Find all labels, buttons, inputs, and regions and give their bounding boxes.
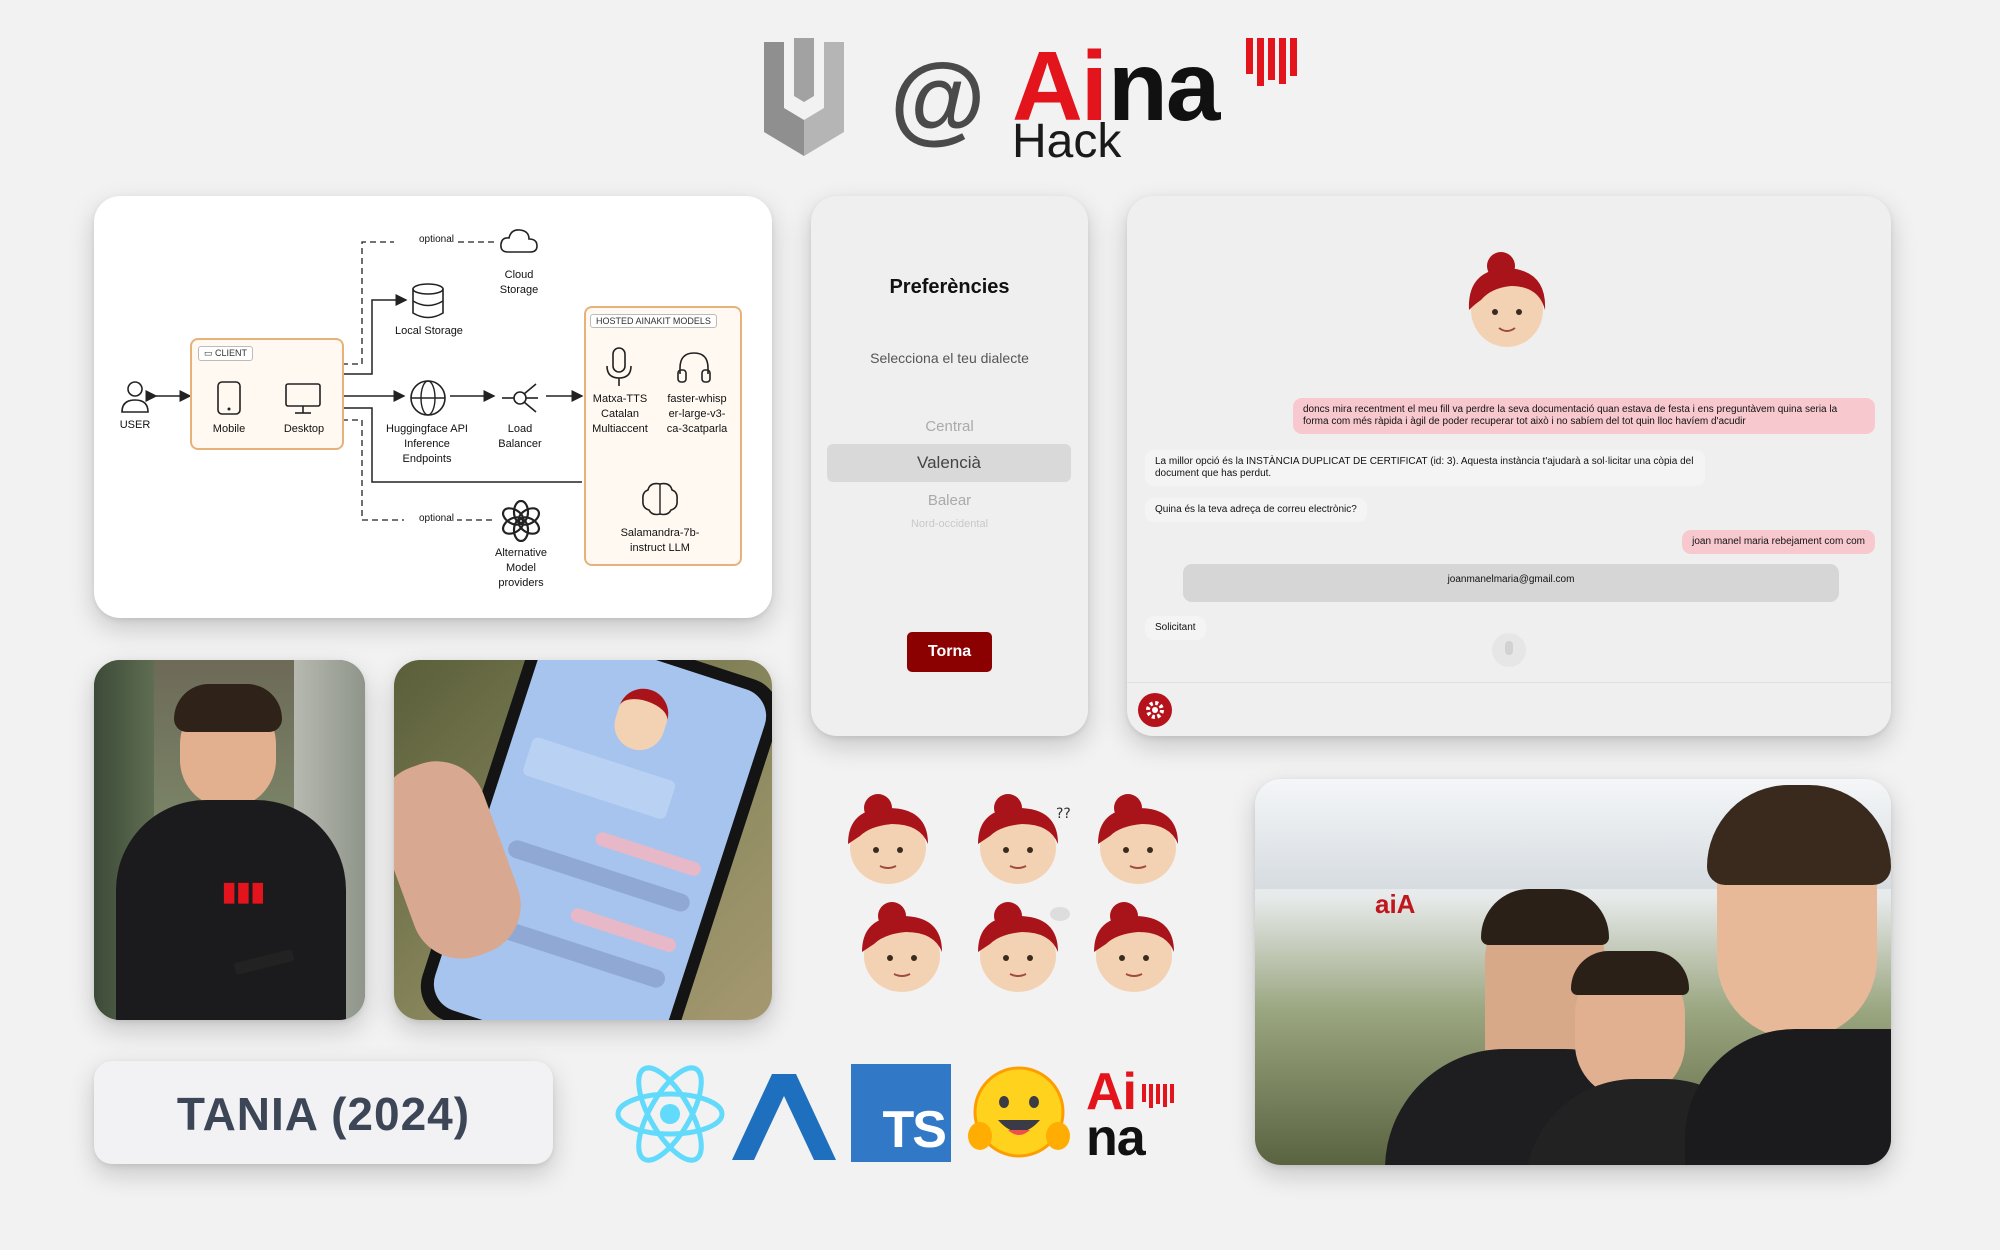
photo-group-selfie: aiA [1255,779,1891,1165]
headphones-icon [677,352,711,383]
dialect-option-central[interactable]: Central [811,418,1088,435]
chat-footer-divider [1127,682,1891,683]
huggingface-icon [968,1066,1070,1158]
aina-logo: Ai na Hack [1012,30,1302,170]
svg-text:??: ?? [1056,806,1071,822]
at-sign: @ [890,43,986,153]
photo-phone-app [394,660,772,1020]
photo-wall-logo: aiA [1375,889,1416,919]
local-storage-label: Local Storage [395,325,463,337]
mobile-icon [217,381,241,415]
database-icon [412,283,444,319]
phone-avatar [608,682,675,757]
mic-button-icon[interactable] [1491,632,1527,668]
typescript-logo: TS [851,1064,951,1162]
client-tag-text: CLIENT [215,348,248,358]
phone-input-1 [505,838,693,914]
dialect-selected-label: Valencià [917,453,981,472]
chat-card: doncs mira recentment el meu fill va per… [1127,196,1891,736]
person-left-hair [1481,889,1609,945]
brain-icon [642,482,678,516]
load-balancer-label: Load Balancer [498,423,542,450]
hack-word: Hack [1012,115,1122,168]
user-icon [121,381,149,413]
person-middle-hair [1571,951,1689,995]
preferences-title: Preferències [889,276,1010,298]
llm-label: Salamandra-7b-instruct LLM [620,527,700,554]
avatar-expressions-icon: ?? [847,793,1179,993]
user-message-1: doncs mira recentment el meu fill va per… [1293,398,1875,434]
openai-icon [501,500,541,542]
univ-shield-icon [764,38,844,156]
whisper-label: faster-whisper-large-v3-ca-3catparla [666,393,728,435]
avatar-icon [1468,252,1546,347]
architecture-diagram-card: optional optional USER ▭ CLIENT Mobile D… [94,196,772,618]
bot-message-1: La millor opció és la INSTÀNCIA DUPLICAT… [1145,450,1705,486]
aina-small-bars-icon [1142,1084,1174,1108]
dialect-option-selected[interactable]: Valencià [827,444,1071,482]
amplify-icon [732,1074,836,1160]
photo-hair [174,684,282,732]
tts-label: Matxa-TTS Catalan Multiaccent [592,393,648,435]
project-title: TANIA (2024) [176,1088,471,1140]
photo-developer: ▮▮▮ [94,660,365,1020]
react-icon [615,1065,725,1163]
cloud-icon [500,229,538,253]
hf-endpoints-label: Huggingface API Inference Endpoints [386,423,468,465]
desktop-label: Desktop [283,423,325,435]
microphone-icon [606,347,632,386]
user-label: USER [119,419,151,431]
alternative-providers-label: Alternative Model providers [495,547,547,589]
bot-message-2: Quina és la teva adreça de correu electr… [1145,498,1367,522]
optional-top-label: optional [416,234,458,245]
cloud-storage-label: Cloud Storage [499,269,539,296]
avatar-grid: ?? [838,790,1198,1010]
email-input[interactable]: joanmanelmaria@gmail.com [1183,564,1839,602]
dialect-option-nord[interactable]: Nord-occidental [811,518,1088,530]
preferences-card: Preferències Selecciona el teu dialecte … [811,196,1088,736]
hosted-tag: HOSTED AINAKIT MODELS [590,314,717,328]
dialect-prompt: Selecciona el teu dialecte [870,350,1029,366]
desktop-icon [285,383,321,414]
header: @ Ai na Hack [740,30,1300,170]
project-title-card: TANIA (2024) [94,1061,553,1164]
optional-bottom-label: optional [416,513,458,524]
typescript-logo-text: TS [882,1101,947,1159]
globe-icon [410,380,446,416]
photo-hoodie [116,800,346,1020]
phone-text-block [521,736,677,821]
aina-small-na: na [1086,1109,1146,1167]
back-button[interactable]: Torna [907,632,992,672]
dialect-option-balear[interactable]: Balear [811,492,1088,509]
user-message-2: joan manel maria rebejament com com [1682,530,1875,554]
bot-message-3: Solicitant [1145,616,1206,640]
aina-bars-icon [1246,38,1297,86]
gear-icon[interactable] [1137,692,1173,728]
aina-small-logo: Ai na [1086,1062,1196,1167]
load-balancer-icon [502,383,538,413]
photo-hoodie-logo: ▮▮▮ [222,876,265,906]
aina-na: na [1108,31,1220,141]
mobile-label: Mobile [212,423,246,435]
client-tag: ▭ CLIENT [198,346,254,361]
person-right-hoodie [1685,1029,1891,1165]
